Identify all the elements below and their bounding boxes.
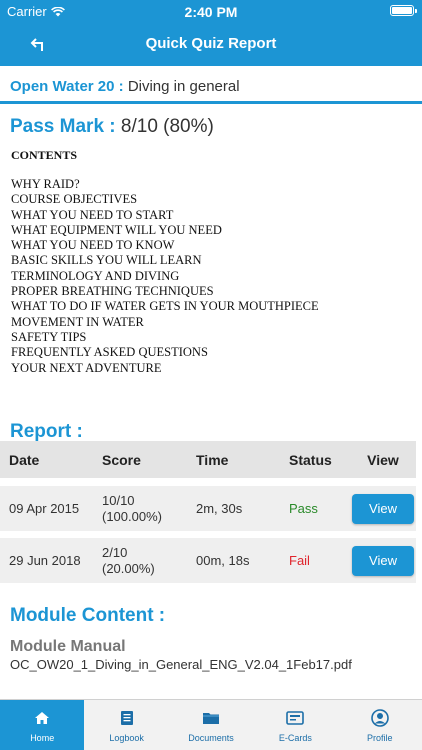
contents-list: WHY RAID? COURSE OBJECTIVES WHAT YOU NEE… xyxy=(11,177,319,376)
clock: 2:40 PM xyxy=(184,4,238,20)
row-score: 2/10 (20.00%) xyxy=(93,545,187,577)
contents-title: CONTENTS xyxy=(11,148,78,162)
contents-item: WHAT TO DO IF WATER GETS IN YOUR MOUTHPI… xyxy=(11,299,319,314)
table-header: Date Score Time Status View xyxy=(0,441,416,478)
course-topic: Diving in general xyxy=(127,78,240,95)
battery-icon xyxy=(390,5,417,16)
tab-profile[interactable]: Profile xyxy=(338,700,422,750)
report-title: Report : xyxy=(10,421,83,442)
module-manual-file-link[interactable]: OC_OW20_1_Diving_in_General_ENG_V2.04_1F… xyxy=(10,657,352,672)
contents-item: WHY RAID? xyxy=(11,177,80,191)
row-view-cell: View xyxy=(350,545,416,576)
contents-item: YOUR NEXT ADVENTURE xyxy=(11,360,162,375)
contents-item: WHAT YOU NEED TO START xyxy=(11,207,174,222)
row-time: 2m, 30s xyxy=(196,501,243,516)
contents-item: PROPER BREATHING TECHNIQUES xyxy=(11,284,214,299)
contents-item: MOVEMENT IN WATER xyxy=(11,314,144,329)
tab-bar: Home Logbook Documents E-Cards Profile xyxy=(0,699,422,750)
view-button[interactable]: View xyxy=(352,545,414,576)
page-title: Quick Quiz Report xyxy=(145,35,277,52)
pass-mark: Pass Mark : 8/10 (80%) xyxy=(10,116,214,138)
tab-label: Documents xyxy=(188,733,234,743)
nav-header: Carrier 2:40 PM Quick Quiz Report xyxy=(0,0,422,66)
report-table: Date Score Time Status View 09 Apr 2015 … xyxy=(0,441,416,583)
column-header-status: Status xyxy=(289,451,332,468)
home-icon xyxy=(32,709,52,727)
tab-label: Home xyxy=(30,733,55,743)
status-pass: Pass xyxy=(289,501,318,516)
logbook-icon xyxy=(117,709,137,727)
module-content-title: Module Content : xyxy=(10,605,166,626)
row-score-value: 10/10 xyxy=(102,492,135,508)
pass-mark-label: Pass Mark : xyxy=(10,116,116,137)
course-name: Open Water 20 : xyxy=(10,78,124,95)
tab-home[interactable]: Home xyxy=(0,700,85,750)
folder-icon xyxy=(201,709,221,727)
contents-item: WHAT EQUIPMENT WILL YOU NEED xyxy=(11,222,222,237)
row-date: 29 Jun 2018 xyxy=(9,553,81,568)
contents-item: FREQUENTLY ASKED QUESTIONS xyxy=(11,345,208,360)
course-header: Open Water 20 : Diving in general xyxy=(0,66,422,104)
row-time: 00m, 18s xyxy=(196,553,250,568)
ecard-icon xyxy=(285,709,305,727)
contents-item: COURSE OBJECTIVES xyxy=(11,192,138,207)
row-score-value: 2/10 xyxy=(102,544,128,560)
status-bar: Carrier 2:40 PM xyxy=(0,0,422,22)
contents-item: TERMINOLOGY AND DIVING xyxy=(11,268,180,283)
contents-item: WHAT YOU NEED TO KNOW xyxy=(11,238,175,253)
row-score-percent: (100.00%) xyxy=(102,508,162,524)
contents-item: SAFETY TIPS xyxy=(11,329,87,344)
row-score: 10/10 (100.00%) xyxy=(93,493,187,525)
row-date: 09 Apr 2015 xyxy=(9,501,80,516)
tab-logbook[interactable]: Logbook xyxy=(84,700,168,750)
row-view-cell: View xyxy=(350,493,416,524)
tab-ecards[interactable]: E-Cards xyxy=(253,700,337,750)
table-row: 29 Jun 2018 2/10 (20.00%) 00m, 18s Fail … xyxy=(0,538,416,583)
profile-icon xyxy=(370,709,390,727)
tab-label: E-Cards xyxy=(278,733,312,743)
column-header-score: Score xyxy=(102,451,141,468)
view-button[interactable]: View xyxy=(352,493,414,524)
tab-documents[interactable]: Documents xyxy=(169,700,253,750)
table-row: 09 Apr 2015 10/10 (100.00%) 2m, 30s Pass… xyxy=(0,486,416,531)
tab-label: Profile xyxy=(367,733,393,743)
module-manual-label: Module Manual xyxy=(10,638,126,655)
column-header-time: Time xyxy=(196,451,229,468)
status-fail: Fail xyxy=(289,553,310,568)
column-header-date: Date xyxy=(9,451,40,468)
row-score-percent: (20.00%) xyxy=(102,560,155,576)
column-header-view: View xyxy=(367,451,399,468)
contents-section: CONTENTS WHY RAID? COURSE OBJECTIVES WHA… xyxy=(11,148,319,376)
tab-label: Logbook xyxy=(109,733,144,743)
contents-item: BASIC SKILLS YOU WILL LEARN xyxy=(11,253,202,268)
pass-mark-value: 8/10 (80%) xyxy=(120,116,214,137)
